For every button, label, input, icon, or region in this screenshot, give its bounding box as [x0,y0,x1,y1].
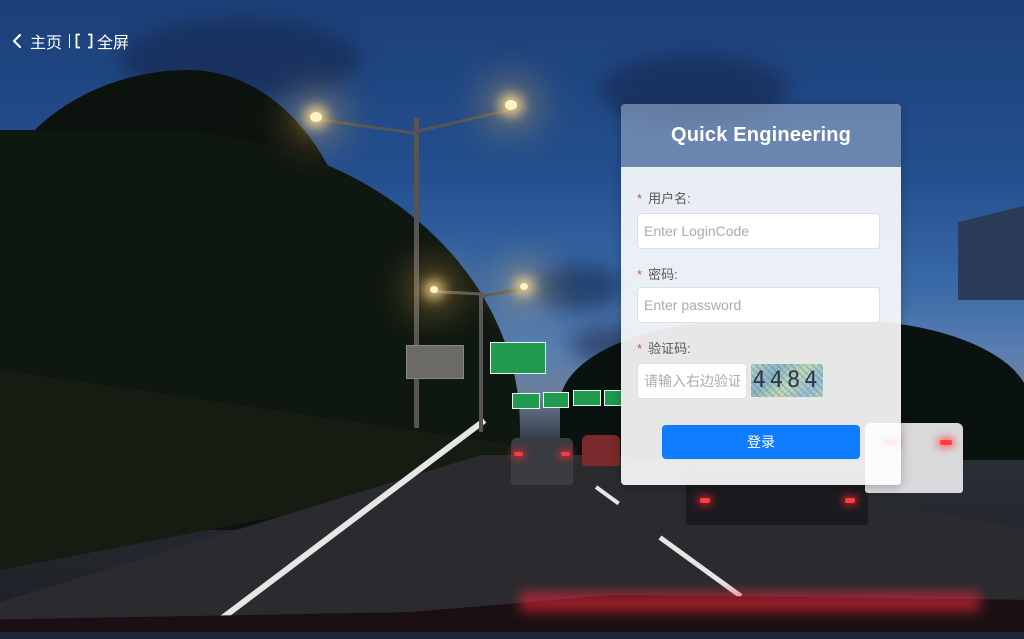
password-label: * 密码: [637,267,678,282]
required-mark: * [637,341,643,356]
home-link[interactable]: 主页 [12,29,62,53]
car [511,438,573,485]
road-sign [406,345,464,379]
login-button[interactable]: 登录 [662,425,860,459]
car [582,435,620,466]
username-input[interactable] [637,213,880,249]
captcha-text: 4484 [752,368,822,393]
road-sign [512,393,540,409]
bottom-bar [0,632,1024,639]
top-nav: 主页 全屏 [12,29,129,53]
street-lamp [310,112,322,122]
road-sign [573,390,601,406]
captcha-input[interactable] [637,363,747,399]
login-form: *用户名: *密码: *验证码: 4484 登录 [621,167,901,485]
street-lamp [505,100,517,110]
nav-divider [69,34,71,48]
username-label: * 用户名: [637,191,691,206]
fullscreen-button[interactable]: 全屏 [75,29,129,53]
street-lamp [430,286,438,293]
home-label: 主页 [30,35,63,52]
road-sign [543,392,569,408]
login-card-header: Quick Engineering [621,104,901,167]
captcha-label: * 验证码: [637,341,691,356]
captcha-image[interactable]: 4484 [751,364,823,397]
login-card: Quick Engineering *用户名: *密码: *验证码: 4484 … [621,104,901,485]
road-sign [604,390,622,406]
required-mark: * [637,267,643,282]
required-mark: * [637,191,643,206]
password-input[interactable] [637,287,880,323]
street-lamp [520,283,528,290]
street-light-pole [479,292,483,432]
street-light-pole [414,118,419,428]
fullscreen-label: 全屏 [97,35,130,52]
login-title: Quick Engineering [670,124,852,146]
fullscreen-icon [75,33,93,49]
road-sign [490,342,546,374]
chevron-left-icon [12,33,22,49]
